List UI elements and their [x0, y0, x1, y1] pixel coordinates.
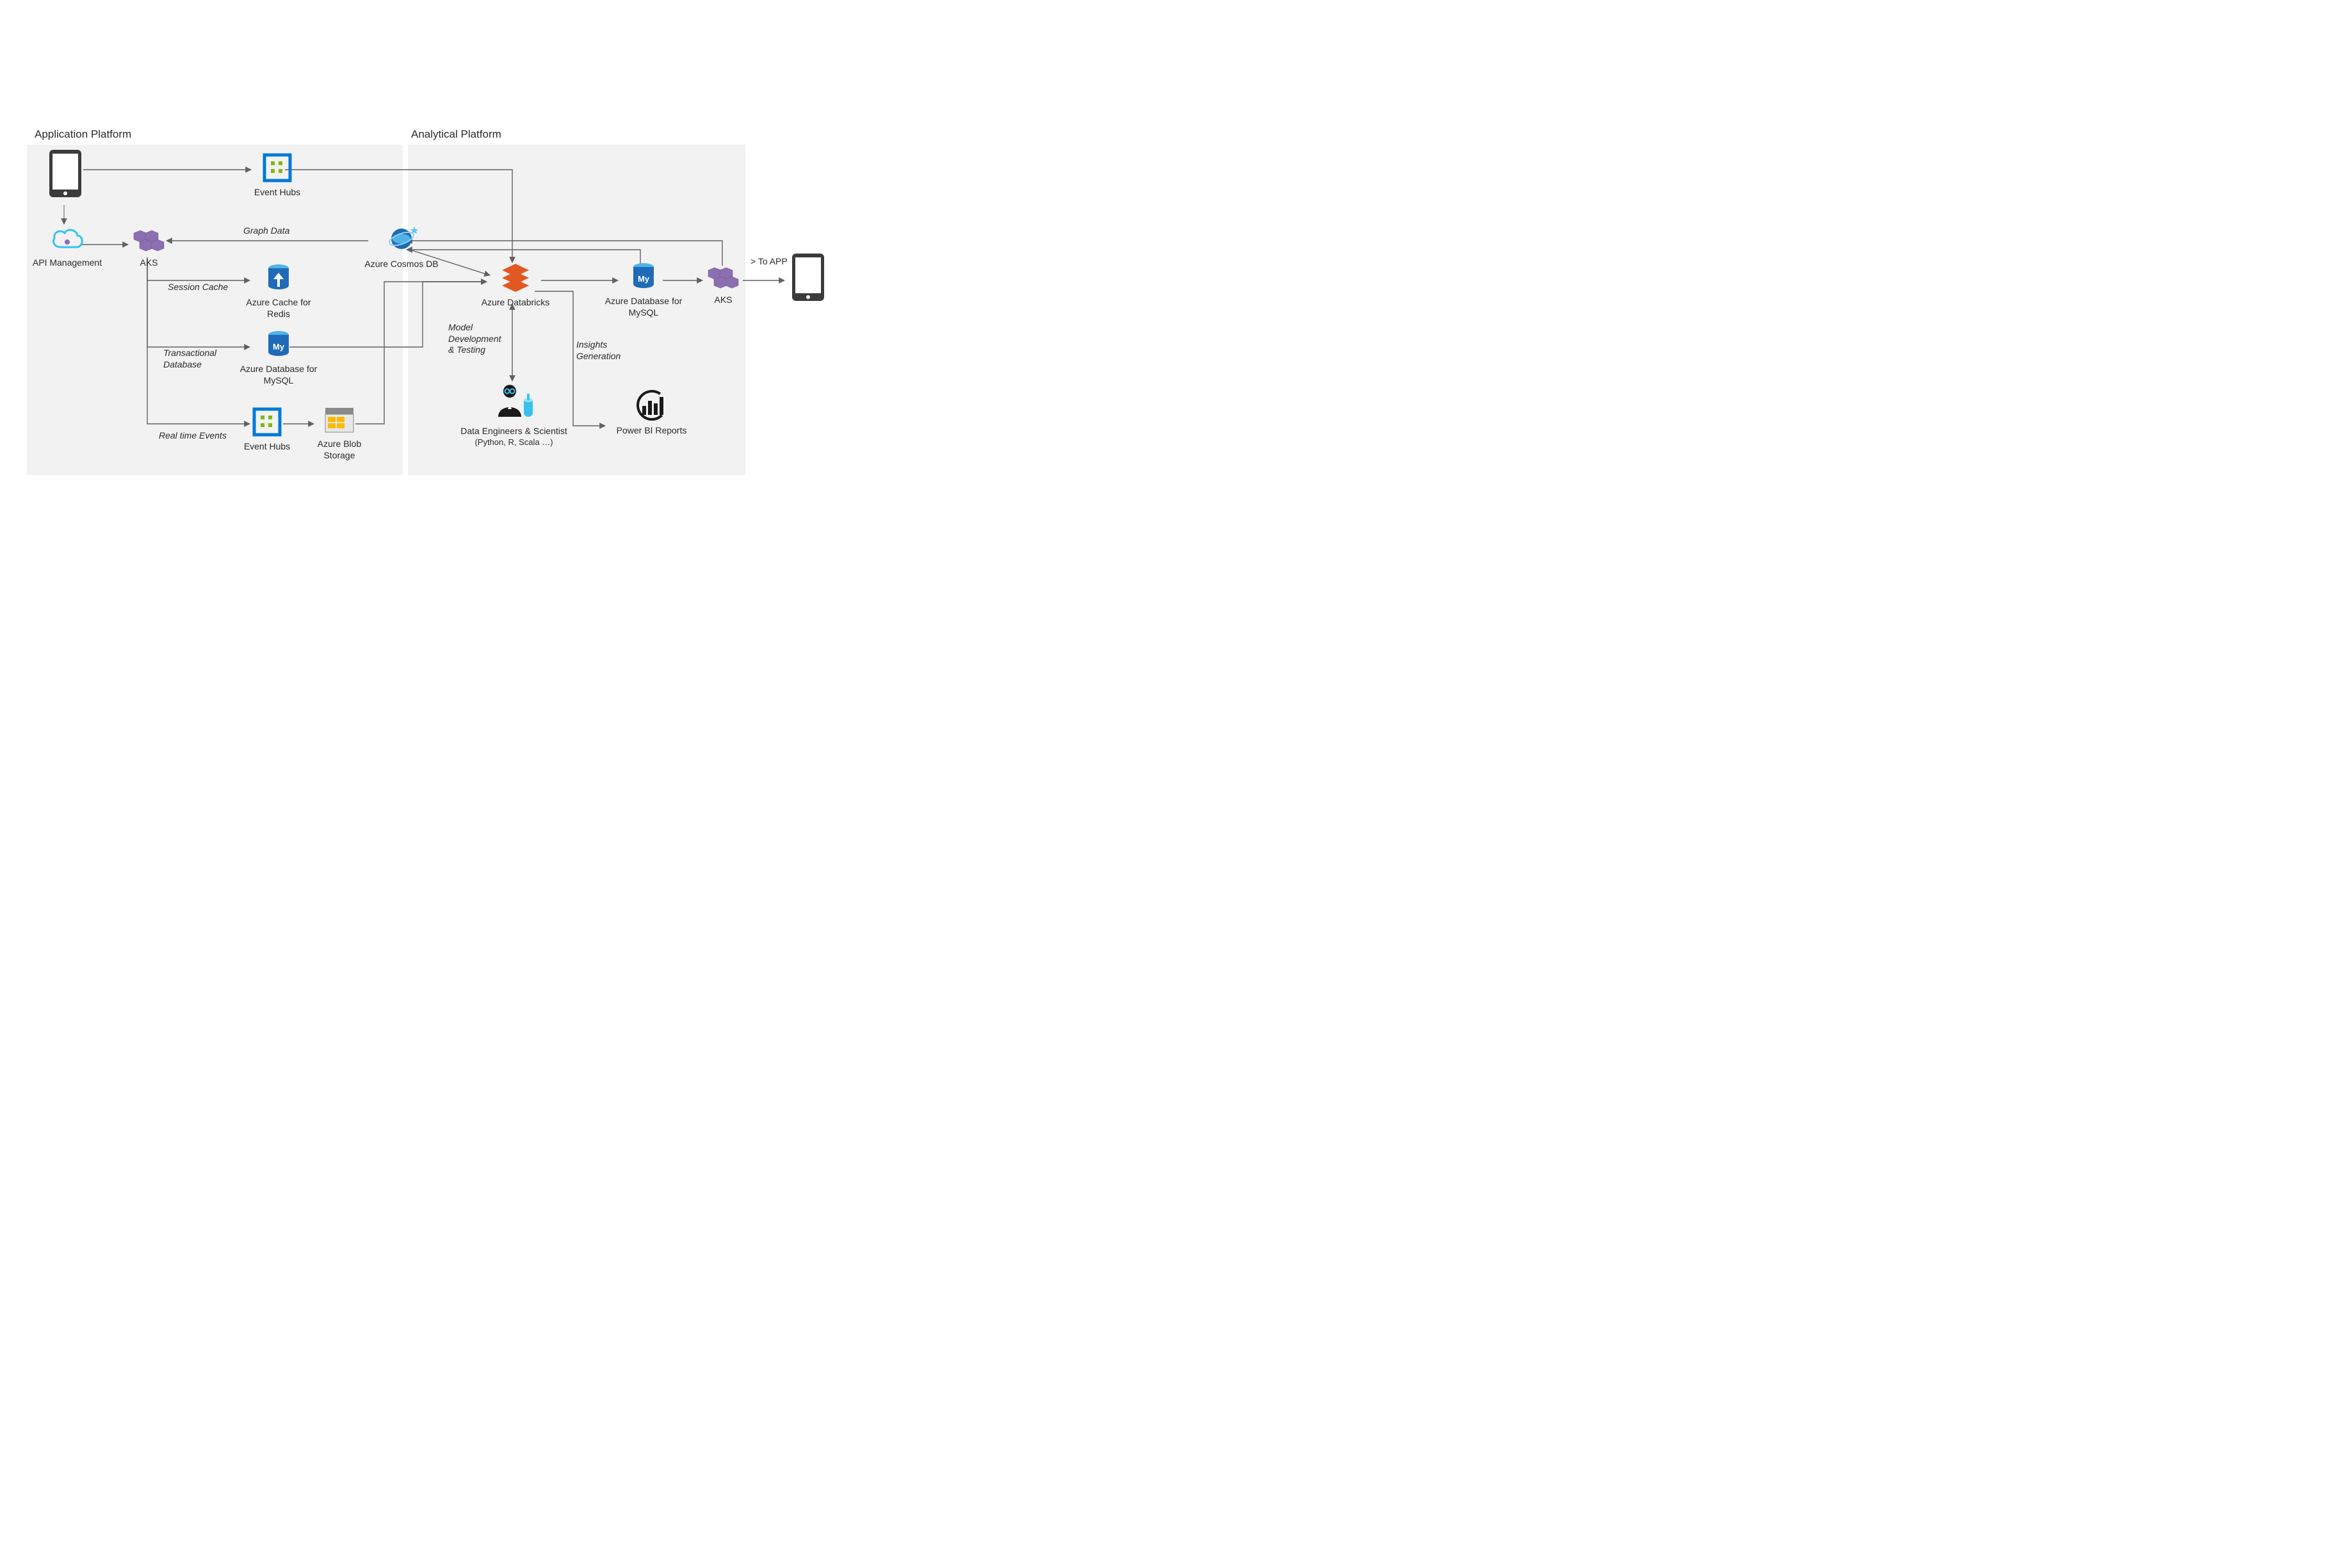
cosmos-db-label: Azure Cosmos DB — [357, 259, 446, 270]
redis-label: Azure Cache for Redis — [231, 297, 327, 319]
event-hubs-top-node: Event Hubs — [248, 152, 306, 198]
svg-text:My: My — [273, 342, 285, 352]
power-bi-icon — [633, 389, 670, 421]
power-bi-node: Power BI Reports — [605, 389, 698, 437]
mysql-icon: My — [264, 330, 293, 360]
databricks-label: Azure Databricks — [474, 297, 557, 309]
aks-left-label: AKS — [128, 257, 170, 269]
redis-icon — [264, 264, 293, 293]
device-icon — [46, 149, 85, 198]
blob-storage-label: Azure Blob Storage — [307, 439, 371, 461]
aks-node-left: AKS — [128, 228, 170, 269]
event-hubs-bottom-node: Event Hubs — [238, 407, 296, 453]
data-scientist-label: Data Engineers & Scientist — [455, 426, 573, 437]
edge-real-time-events: Real time Events — [159, 430, 227, 442]
event-hubs-icon — [262, 152, 293, 183]
redis-node: Azure Cache for Redis — [231, 264, 327, 319]
power-bi-label: Power BI Reports — [605, 425, 698, 437]
data-scientist-node: Data Engineers & Scientist (Python, R, S… — [455, 382, 573, 447]
blob-storage-icon — [324, 407, 355, 435]
analytical-platform-title: Analytical Platform — [411, 128, 501, 141]
api-management-node: API Management — [26, 225, 109, 269]
aks-icon — [707, 265, 740, 291]
tablet-icon — [791, 252, 825, 302]
data-scientist-icon — [492, 382, 537, 422]
blob-storage-node: Azure Blob Storage — [307, 407, 371, 461]
mysql-right-node: My Azure Database for MySQL — [599, 263, 688, 318]
mysql-icon: My — [629, 263, 658, 292]
event-hubs-bottom-label: Event Hubs — [238, 441, 296, 453]
tablet-icon — [48, 149, 83, 198]
event-hubs-icon — [252, 407, 282, 437]
architecture-diagram: Application Platform Analytical Platform — [0, 0, 939, 626]
aks-right-label: AKS — [702, 295, 744, 306]
aks-node-right: AKS — [702, 265, 744, 306]
data-scientist-sublabel: (Python, R, Scala …) — [455, 437, 573, 448]
svg-text:My: My — [638, 274, 650, 284]
edge-session-cache: Session Cache — [168, 282, 228, 293]
edge-model-development: Model Development & Testing — [448, 322, 501, 356]
device-right-icon — [789, 252, 827, 302]
event-hubs-top-label: Event Hubs — [248, 187, 306, 198]
application-platform-title: Application Platform — [35, 128, 131, 141]
api-management-label: API Management — [26, 257, 109, 269]
cloud-api-icon — [49, 225, 85, 254]
mysql-left-node: My Azure Database for MySQL — [227, 330, 330, 386]
databricks-node: Azure Databricks — [474, 263, 557, 309]
edge-transactional-db: Transactional Database — [163, 348, 216, 370]
mysql-right-label: Azure Database for MySQL — [599, 296, 688, 318]
edge-graph-data: Graph Data — [243, 225, 289, 237]
cosmos-db-icon — [384, 223, 419, 255]
mysql-left-label: Azure Database for MySQL — [227, 364, 330, 386]
aks-icon — [133, 228, 166, 254]
cosmos-db-node: Azure Cosmos DB — [357, 223, 446, 270]
databricks-icon — [498, 263, 533, 293]
edge-insights-generation: Insights Generation — [576, 339, 620, 362]
